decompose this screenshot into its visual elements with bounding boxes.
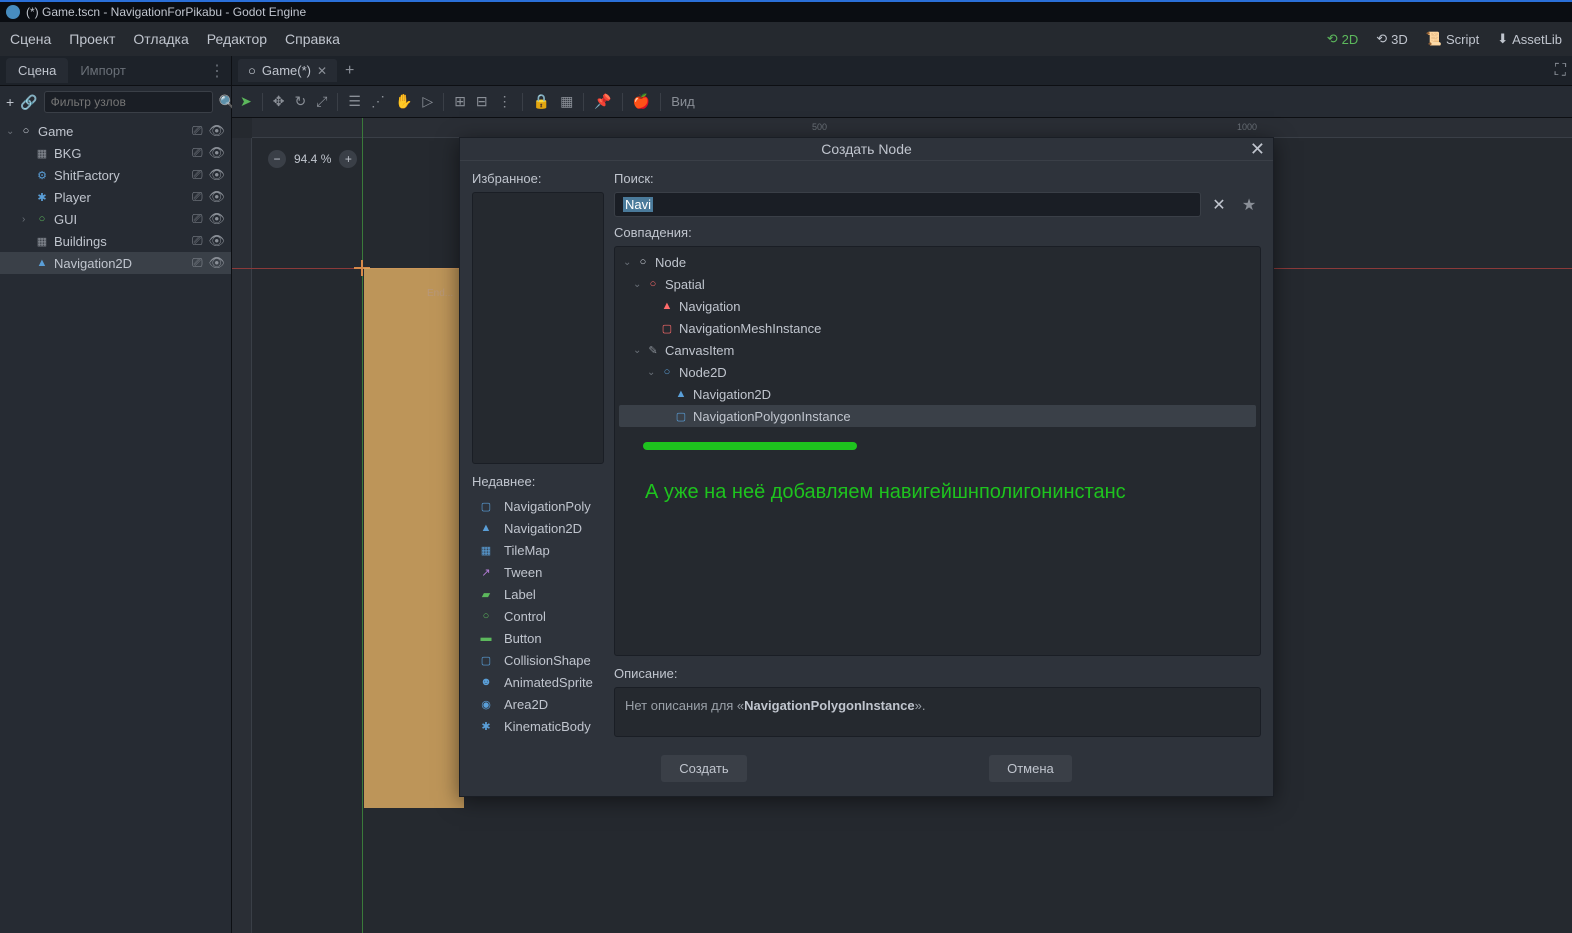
view-menu[interactable]: Вид — [671, 94, 695, 109]
scene-tab-label: Game(*) — [262, 63, 311, 78]
tab-import[interactable]: Импорт — [68, 58, 137, 83]
rotate-tool-icon[interactable]: ↻ — [294, 93, 306, 110]
tree-node[interactable]: ▦Buildings⎚👁 — [0, 230, 231, 252]
godot-icon — [6, 5, 20, 19]
description-box: Нет описания для «NavigationPolygonInsta… — [614, 687, 1261, 737]
annotation-text: А уже на неё добавляем навигейшнполигони… — [645, 477, 1126, 507]
tree-node[interactable]: ▲Navigation2D⎚👁 — [0, 252, 231, 274]
tab-scene[interactable]: Сцена — [6, 58, 68, 83]
tree-node[interactable]: ⌄○Game⎚👁 — [0, 120, 231, 142]
menu-project[interactable]: Проект — [69, 31, 115, 47]
expand-icon[interactable]: ⛶ — [1555, 62, 1566, 80]
search-input[interactable]: Navi — [614, 192, 1201, 217]
recent-label: Недавнее: — [472, 474, 604, 489]
favorites-list[interactable] — [472, 192, 604, 464]
tree-node[interactable]: ⚙ShitFactory⎚👁 — [0, 164, 231, 186]
match-node[interactable]: ⌄○Spatial — [619, 273, 1256, 295]
move-tool-icon[interactable]: ✥ — [273, 93, 285, 110]
view-2d-button[interactable]: ⟲ 2D — [1327, 31, 1359, 47]
select-tool-icon[interactable]: ➤ — [240, 93, 252, 110]
group-icon[interactable]: ▦ — [560, 93, 573, 110]
match-node[interactable]: ⌄○Node2D — [619, 361, 1256, 383]
match-node[interactable]: ⌄○Node — [619, 251, 1256, 273]
create-node-dialog: Создать Node ✕ Избранное: Недавнее: ▢Nav… — [459, 137, 1274, 797]
recent-item[interactable]: ☻AnimatedSprite — [472, 671, 604, 693]
bone-icon[interactable]: 🍎 — [633, 93, 650, 110]
zoom-out-button[interactable]: − — [268, 150, 286, 168]
match-node[interactable]: ▢NavigationPolygonInstance — [619, 405, 1256, 427]
dialog-close-icon[interactable]: ✕ — [1250, 139, 1265, 160]
ruler-tool-icon[interactable]: ▷ — [422, 93, 433, 110]
description-label: Описание: — [614, 666, 1261, 681]
lock-icon[interactable]: 🔒 — [533, 93, 550, 110]
panel-menu-icon[interactable]: ⋮ — [209, 61, 225, 81]
viewport-toolbar: ➤ ✥ ↻ ⤢ ☰ ⋰ ✋ ▷ ⊞ ⊟ ⋮ 🔒 ▦ 📌 🍎 Вид — [232, 86, 1572, 118]
match-node[interactable]: ▢NavigationMeshInstance — [619, 317, 1256, 339]
matches-label: Совпадения: — [614, 225, 1261, 240]
recent-item[interactable]: ◉Area2D — [472, 693, 604, 715]
scene-tab[interactable]: ○ Game(*) ✕ — [238, 59, 337, 82]
cancel-button[interactable]: Отмена — [989, 755, 1072, 782]
recent-item[interactable]: ▬Button — [472, 627, 604, 649]
scale-tool-icon[interactable]: ⤢ — [316, 93, 327, 110]
canvas-label: End... — [427, 288, 453, 299]
zoom-in-button[interactable]: + — [339, 150, 357, 168]
menu-debug[interactable]: Отладка — [133, 31, 188, 47]
snap-icon[interactable]: ⋰ — [371, 93, 385, 110]
ruler-vertical — [232, 138, 252, 933]
annotation-underline — [643, 442, 857, 450]
search-label: Поиск: — [614, 171, 1261, 186]
scene-panel: Сцена Импорт ⋮ + 🔗 🔍 ◧ ⌄○Game⎚👁▦BKG⎚👁⚙Sh… — [0, 56, 232, 933]
recent-item[interactable]: ▢NavigationPoly — [472, 495, 604, 517]
canvas-object[interactable] — [364, 268, 464, 808]
recent-item[interactable]: ▦TileMap — [472, 539, 604, 561]
matches-tree: ⌄○Node⌄○Spatial▲Navigation▢NavigationMes… — [614, 246, 1261, 656]
match-node[interactable]: ▲Navigation2D — [619, 383, 1256, 405]
search-clear-icon[interactable]: ✕ — [1207, 192, 1231, 217]
list-tool-icon[interactable]: ☰ — [348, 93, 361, 110]
more-icon[interactable]: ⋮ — [498, 93, 512, 110]
snap2-icon[interactable]: ⊟ — [476, 93, 488, 110]
ruler-horizontal: 500 1000 — [252, 118, 1572, 138]
filter-input[interactable] — [44, 91, 213, 113]
window-title: (*) Game.tscn - NavigationForPikabu - Go… — [26, 5, 306, 19]
recent-item[interactable]: ▲Navigation2D — [472, 517, 604, 539]
add-tab-icon[interactable]: + — [345, 62, 354, 80]
match-node[interactable]: ⌄✎CanvasItem — [619, 339, 1256, 361]
grid-icon[interactable]: ⊞ — [454, 93, 466, 110]
match-node[interactable]: ▲Navigation — [619, 295, 1256, 317]
pin-icon[interactable]: 📌 — [594, 93, 611, 110]
create-button[interactable]: Создать — [661, 755, 746, 782]
tree-node[interactable]: ›○GUI⎚👁 — [0, 208, 231, 230]
recent-list: ▢NavigationPoly▲Navigation2D▦TileMap↗Twe… — [472, 495, 604, 737]
axis-y — [362, 118, 363, 933]
scene-tree: ⌄○Game⎚👁▦BKG⎚👁⚙ShitFactory⎚👁✱Player⎚👁›○G… — [0, 118, 231, 276]
zoom-level: 94.4 % — [294, 152, 331, 166]
recent-item[interactable]: ↗Tween — [472, 561, 604, 583]
recent-item[interactable]: ▢CollisionShape — [472, 649, 604, 671]
zoom-controls: − 94.4 % + — [260, 146, 365, 172]
hand-tool-icon[interactable]: ✋ — [395, 93, 412, 110]
window-titlebar: (*) Game.tscn - NavigationForPikabu - Go… — [0, 0, 1572, 22]
close-tab-icon[interactable]: ✕ — [317, 64, 327, 78]
view-assetlib-button[interactable]: ⬇ AssetLib — [1497, 31, 1562, 47]
favorites-label: Избранное: — [472, 171, 604, 186]
view-script-button[interactable]: 📜 Script — [1426, 31, 1479, 47]
menubar: Сцена Проект Отладка Редактор Справка ⟲ … — [0, 22, 1572, 56]
search-favorite-icon[interactable]: ★ — [1237, 192, 1261, 217]
add-node-icon[interactable]: + — [6, 93, 14, 111]
dialog-title: Создать Node — [821, 141, 912, 157]
menu-editor[interactable]: Редактор — [207, 31, 267, 47]
recent-item[interactable]: ▰Label — [472, 583, 604, 605]
tree-node[interactable]: ▦BKG⎚👁 — [0, 142, 231, 164]
menu-help[interactable]: Справка — [285, 31, 340, 47]
recent-item[interactable]: ○Control — [472, 605, 604, 627]
recent-item[interactable]: ✱KinematicBody — [472, 715, 604, 737]
tree-node[interactable]: ✱Player⎚👁 — [0, 186, 231, 208]
view-3d-button[interactable]: ⟲ 3D — [1376, 31, 1408, 47]
link-icon[interactable]: 🔗 — [20, 93, 37, 111]
menu-scene[interactable]: Сцена — [10, 31, 51, 47]
